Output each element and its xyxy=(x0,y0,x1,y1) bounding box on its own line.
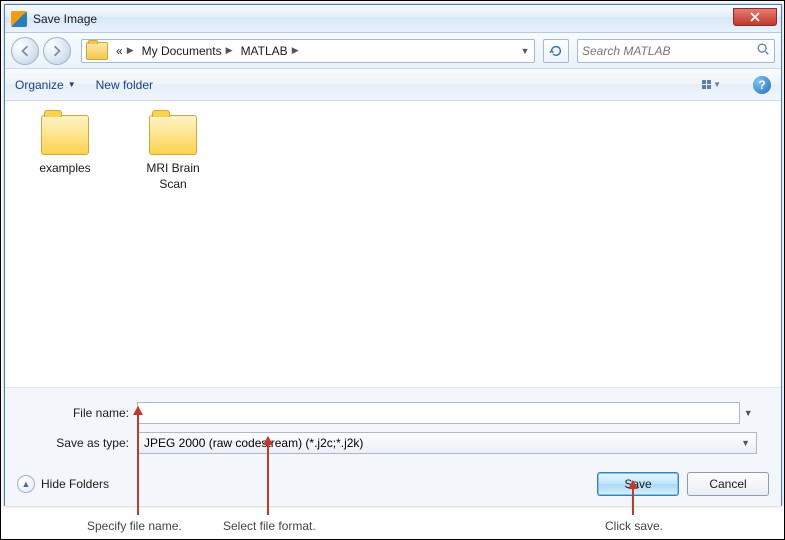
save-type-label: Save as type: xyxy=(17,436,137,450)
chevron-down-icon: ▼ xyxy=(713,80,721,89)
refresh-icon xyxy=(549,44,563,58)
breadcrumb-mydocs[interactable]: My Documents▶ xyxy=(138,40,237,62)
save-type-value: JPEG 2000 (raw codestream) (*.j2c;*.j2k) xyxy=(144,436,363,450)
annotation-label: Click save. xyxy=(605,519,663,533)
file-name-input[interactable] xyxy=(137,402,740,424)
new-folder-button[interactable]: New folder xyxy=(96,78,153,92)
folder-item[interactable]: examples xyxy=(25,115,105,177)
hide-folders-button[interactable]: ▲ Hide Folders xyxy=(17,475,109,493)
close-button[interactable] xyxy=(733,8,777,26)
annotation-arrow xyxy=(137,407,139,515)
chevron-down-icon: ▼ xyxy=(741,438,750,448)
breadcrumb-matlab[interactable]: MATLAB▶ xyxy=(237,40,303,62)
arrow-right-icon xyxy=(51,45,63,57)
view-grid-icon xyxy=(702,80,711,89)
cancel-button[interactable]: Cancel xyxy=(687,472,769,496)
annotation-arrow xyxy=(632,481,634,515)
folder-label: examples xyxy=(25,161,105,177)
folder-icon xyxy=(149,115,197,155)
folder-icon xyxy=(86,42,108,60)
close-icon xyxy=(750,12,760,22)
annotation-arrow xyxy=(267,437,269,515)
save-type-combo[interactable]: JPEG 2000 (raw codestream) (*.j2c;*.j2k)… xyxy=(137,432,757,454)
folder-icon xyxy=(41,115,89,155)
matlab-icon xyxy=(11,11,27,27)
forward-button[interactable] xyxy=(43,37,71,65)
arrow-left-icon xyxy=(19,45,31,57)
window-title: Save Image xyxy=(33,12,97,26)
folder-label: MRI Brain Scan xyxy=(133,161,213,192)
chevron-right-icon: ▶ xyxy=(292,45,299,56)
toolbar: Organize▼ New folder ▼ ? xyxy=(5,69,781,101)
annotation-label: Specify file name. xyxy=(87,519,182,533)
address-dropdown[interactable]: ▼ xyxy=(516,46,534,56)
search-box[interactable] xyxy=(577,39,775,63)
organize-button[interactable]: Organize▼ xyxy=(15,78,76,92)
view-mode-button[interactable]: ▼ xyxy=(702,80,721,89)
search-input[interactable] xyxy=(582,44,756,58)
address-bar[interactable]: «▶ My Documents▶ MATLAB▶ ▼ xyxy=(81,39,535,63)
bottom-panel: File name: ▼ Save as type: JPEG 2000 (ra… xyxy=(5,387,781,506)
file-name-dropdown[interactable]: ▼ xyxy=(740,408,757,418)
chevron-up-icon: ▲ xyxy=(17,475,35,493)
refresh-button[interactable] xyxy=(543,39,569,63)
back-button[interactable] xyxy=(11,37,39,65)
chevron-right-icon: ▶ xyxy=(226,45,233,56)
save-dialog: Save Image «▶ My Documents▶ MATLAB▶ ▼ xyxy=(4,4,782,506)
help-button[interactable]: ? xyxy=(753,76,771,94)
search-icon xyxy=(756,42,770,59)
titlebar: Save Image xyxy=(5,5,781,33)
chevron-right-icon: ▶ xyxy=(127,45,134,56)
file-list: examples MRI Brain Scan xyxy=(5,101,781,387)
breadcrumb-prefix[interactable]: «▶ xyxy=(112,40,138,62)
save-button[interactable]: Save xyxy=(597,472,679,496)
folder-item[interactable]: MRI Brain Scan xyxy=(133,115,213,192)
navbar: «▶ My Documents▶ MATLAB▶ ▼ xyxy=(5,33,781,69)
file-name-label: File name: xyxy=(17,406,137,420)
chevron-down-icon: ▼ xyxy=(68,80,76,89)
annotation-label: Select file format. xyxy=(223,519,316,533)
